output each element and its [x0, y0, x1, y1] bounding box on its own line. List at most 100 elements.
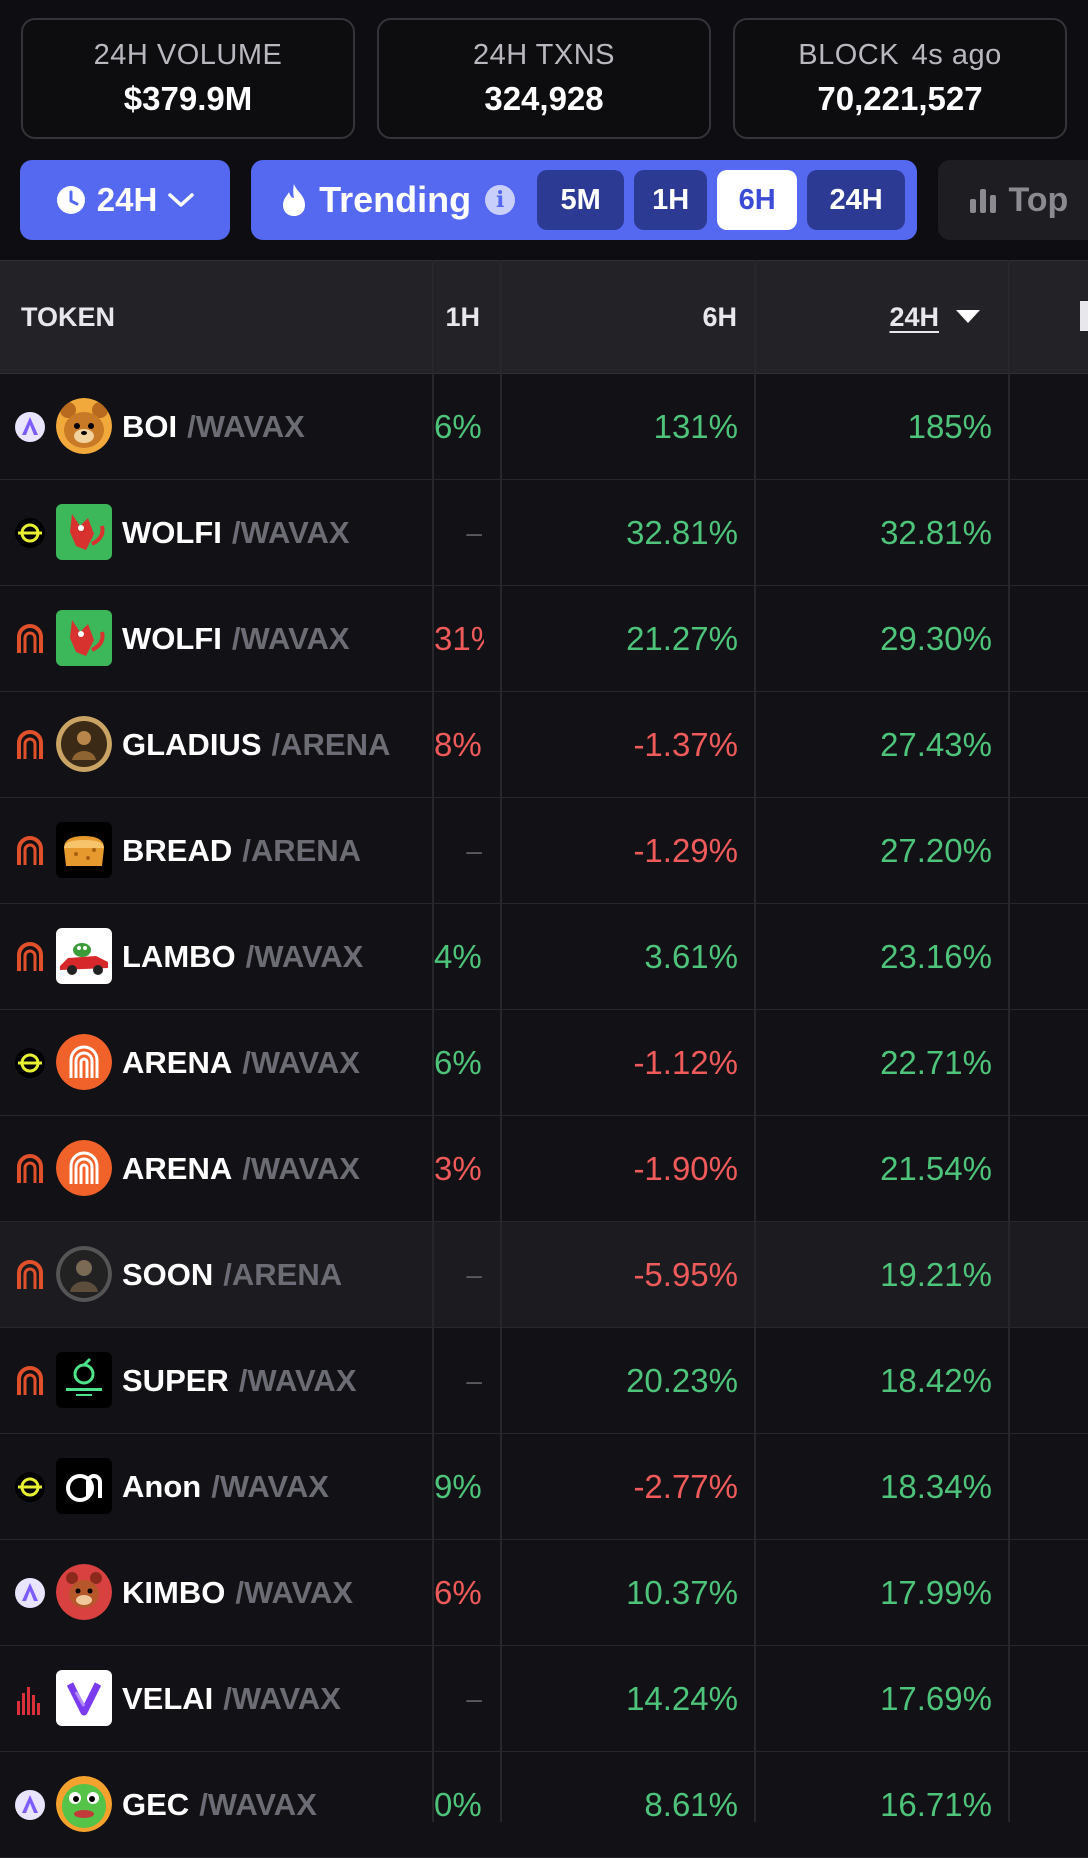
header-6h[interactable]: 6H: [502, 261, 737, 373]
column-divider: [500, 260, 502, 1822]
arena-dex-icon: [14, 1259, 46, 1291]
token-cell[interactable]: BOI /WAVAX: [0, 374, 432, 479]
token-symbol: WOLFI: [122, 620, 222, 656]
segment-6h[interactable]: 6H: [717, 170, 798, 230]
change-1h-cell: 6%: [434, 1540, 484, 1645]
arena-dex-icon: [14, 835, 46, 867]
token-cell[interactable]: SOON /ARENA: [0, 1222, 432, 1327]
token-cell[interactable]: BREAD /ARENA: [0, 798, 432, 903]
token-cell[interactable]: GLADIUS /ARENA: [0, 692, 432, 797]
change-1h: 6%: [434, 1043, 482, 1081]
table-row[interactable]: SOON /ARENA – -5.95% 19.21%: [0, 1222, 1088, 1328]
token-avatar-icon: [56, 398, 112, 454]
segment-5m[interactable]: 5M: [537, 170, 625, 230]
token-avatar-icon: [56, 1776, 112, 1832]
token-cell[interactable]: ARENA /WAVAX: [0, 1116, 432, 1221]
change-1h-cell: –: [434, 1222, 484, 1327]
change-24h: 17.99%: [880, 1573, 992, 1611]
token-avatar-icon: [56, 1352, 112, 1408]
token-pair: /WAVAX: [235, 1574, 354, 1610]
change-24h: 27.20%: [880, 831, 992, 869]
token-symbol: ARENA: [122, 1044, 233, 1080]
token-cell[interactable]: LAMBO /WAVAX: [0, 904, 432, 1009]
trending-filter[interactable]: Trending i 5M 1H 6H 24H: [251, 160, 918, 240]
change-24h-cell: 27.20%: [756, 798, 992, 903]
change-1h-cell: –: [434, 798, 484, 903]
table-row[interactable]: ARENA /WAVAX 3% -1.90% 21.54%: [0, 1116, 1088, 1222]
change-24h-cell: 17.69%: [756, 1646, 992, 1751]
change-24h-cell: 18.42%: [756, 1328, 992, 1433]
table-row[interactable]: KIMBO /WAVAX 6% 10.37% 17.99%: [0, 1540, 1088, 1646]
token-cell[interactable]: ARENA /WAVAX: [0, 1010, 432, 1115]
table-row[interactable]: VELAI /WAVAX – 14.24% 17.69%: [0, 1646, 1088, 1752]
table-body: BOI /WAVAX 6% 131% 185% WOLFI /WAVAX – 3…: [0, 374, 1088, 1858]
token-pair: /WAVAX: [187, 408, 305, 444]
arena-dex-icon: [14, 623, 46, 655]
segment-24h[interactable]: 24H: [807, 170, 906, 230]
segment-1h[interactable]: 1H: [634, 170, 708, 230]
change-24h: 23.16%: [880, 937, 992, 975]
change-24h-cell: 19.21%: [756, 1222, 992, 1327]
change-1h: 8%: [434, 725, 482, 763]
arena-dex-icon: [14, 1153, 46, 1185]
token-avatar-icon: [56, 1140, 112, 1196]
timeframe-dropdown[interactable]: 24H: [20, 160, 231, 240]
change-24h-cell: 22.71%: [756, 1010, 992, 1115]
table-row[interactable]: BOI /WAVAX 6% 131% 185%: [0, 374, 1088, 480]
arena-dex-icon: [14, 1365, 46, 1397]
table-row[interactable]: WOLFI /WAVAX – 32.81% 32.81%: [0, 480, 1088, 586]
token-symbol: BOI: [122, 408, 178, 444]
block-stat: BLOCK 4s ago 70,221,527: [733, 18, 1067, 139]
top-label: Top: [1008, 180, 1069, 219]
change-24h: 18.42%: [880, 1361, 992, 1399]
token-name: GLADIUS /ARENA: [122, 692, 390, 797]
table-row[interactable]: GLADIUS /ARENA 8% -1.37% 27.43%: [0, 692, 1088, 798]
change-6h-cell: 3.61%: [502, 904, 738, 1009]
table-header: TOKEN 1H 6H 24H: [0, 260, 1088, 374]
volume-value: $379.9M: [123, 80, 253, 117]
token-cell[interactable]: KIMBO /WAVAX: [0, 1540, 432, 1645]
header-1h[interactable]: 1H: [434, 261, 480, 373]
token-avatar-icon: [56, 1034, 112, 1090]
change-1h-cell: –: [434, 1646, 484, 1751]
change-24h: 21.54%: [880, 1149, 992, 1187]
info-icon[interactable]: i: [485, 185, 516, 215]
change-1h: 3%: [434, 1149, 482, 1187]
token-cell[interactable]: GEC /WAVAX: [0, 1752, 432, 1857]
change-24h: 19.21%: [880, 1255, 992, 1293]
block-age: 4s ago: [911, 39, 1002, 71]
token-cell[interactable]: SUPER /WAVAX: [0, 1328, 432, 1433]
token-cell[interactable]: VELAI /WAVAX: [0, 1646, 432, 1751]
token-cell[interactable]: WOLFI /WAVAX: [0, 480, 432, 585]
token-cell[interactable]: Anon /WAVAX: [0, 1434, 432, 1539]
pharaoh-dex-icon: [14, 1789, 46, 1821]
change-1h-cell: 3%: [434, 1116, 484, 1221]
table-row[interactable]: GEC /WAVAX 0% 8.61% 16.71%: [0, 1752, 1088, 1858]
change-1h: 6%: [434, 1573, 482, 1611]
header-24h-sort[interactable]: 24H: [756, 261, 981, 373]
change-6h: -1.90%: [633, 1149, 738, 1187]
token-name: VELAI /WAVAX: [122, 1646, 341, 1751]
table-row[interactable]: ARENA /WAVAX 6% -1.12% 22.71%: [0, 1010, 1088, 1116]
table-row[interactable]: LAMBO /WAVAX 4% 3.61% 23.16%: [0, 904, 1088, 1010]
lfj-dex-icon: [14, 517, 46, 549]
change-6h: 32.81%: [626, 513, 738, 551]
table-row[interactable]: Anon /WAVAX 9% -2.77% 18.34%: [0, 1434, 1088, 1540]
table-row[interactable]: BREAD /ARENA – -1.29% 27.20%: [0, 798, 1088, 904]
token-symbol: Anon: [122, 1468, 202, 1504]
change-6h-cell: -5.95%: [502, 1222, 738, 1327]
header-token[interactable]: TOKEN: [21, 261, 115, 373]
token-name: SUPER /WAVAX: [122, 1328, 357, 1433]
table-row[interactable]: WOLFI /WAVAX 31% 21.27% 29.30%: [0, 586, 1088, 692]
change-1h-cell: 8%: [434, 692, 484, 797]
change-6h-cell: -2.77%: [502, 1434, 738, 1539]
table-row[interactable]: SUPER /WAVAX – 20.23% 18.42%: [0, 1328, 1088, 1434]
lfj-dex-icon: [14, 1047, 46, 1079]
top-filter[interactable]: Top: [938, 160, 1088, 240]
change-24h: 27.43%: [880, 725, 992, 763]
pharaoh-dex-icon: [14, 411, 46, 443]
token-cell[interactable]: WOLFI /WAVAX: [0, 586, 432, 691]
change-6h: 8.61%: [644, 1785, 738, 1823]
change-24h-cell: 23.16%: [756, 904, 992, 1009]
token-avatar-icon: [56, 1564, 112, 1620]
